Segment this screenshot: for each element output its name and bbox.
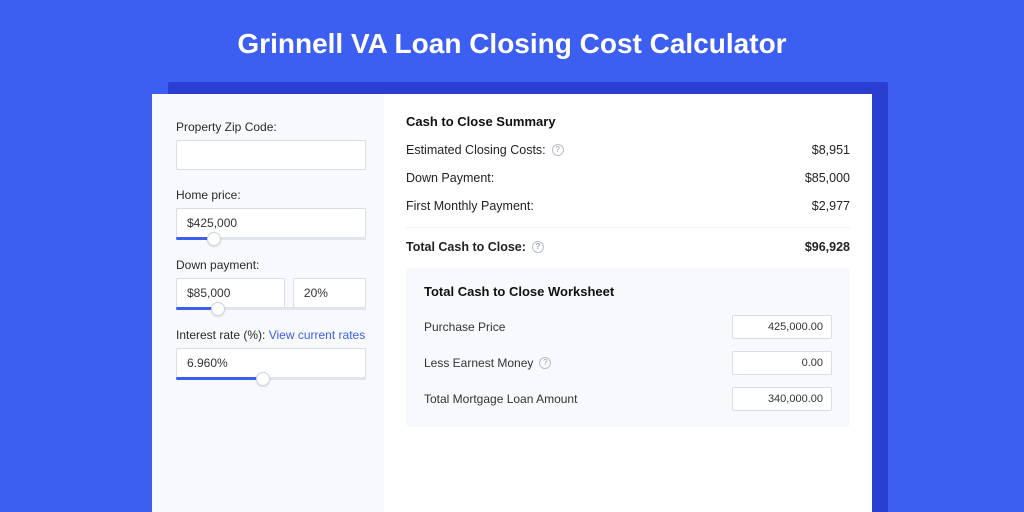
down-payment-slider[interactable] (176, 307, 366, 310)
zip-group: Property Zip Code: (176, 120, 366, 170)
down-payment-input[interactable] (176, 278, 285, 308)
calculator-card: Property Zip Code: Home price: Down paym… (152, 94, 872, 512)
summary-label: Down Payment: (406, 171, 494, 185)
summary-title: Cash to Close Summary (406, 114, 850, 129)
worksheet-title: Total Cash to Close Worksheet (424, 284, 832, 299)
help-icon[interactable]: ? (552, 144, 564, 156)
help-icon[interactable]: ? (539, 357, 551, 369)
zip-input[interactable] (176, 140, 366, 170)
summary-label: Estimated Closing Costs: (406, 143, 546, 157)
rate-slider-wrap (176, 348, 366, 380)
worksheet-row: Purchase Price (424, 315, 832, 339)
summary-value: $8,951 (812, 143, 850, 157)
summary-row: First Monthly Payment: $2,977 (406, 199, 850, 213)
summary-row: Down Payment: $85,000 (406, 171, 850, 185)
home-price-label: Home price: (176, 188, 366, 202)
home-price-slider[interactable] (176, 237, 366, 240)
summary-label: First Monthly Payment: (406, 199, 534, 213)
worksheet-input[interactable] (732, 351, 832, 375)
worksheet-input[interactable] (732, 387, 832, 411)
down-payment-pct-input[interactable] (293, 278, 366, 308)
home-price-slider-wrap (176, 208, 366, 240)
summary-total-row: Total Cash to Close: ? $96,928 (406, 227, 850, 254)
inputs-panel: Property Zip Code: Home price: Down paym… (152, 94, 384, 512)
rate-label-text: Interest rate (%): (176, 328, 265, 342)
help-icon[interactable]: ? (532, 241, 544, 253)
home-price-input[interactable] (176, 208, 366, 238)
view-rates-link[interactable]: View current rates (269, 328, 366, 342)
rate-group: Interest rate (%): View current rates (176, 328, 366, 380)
slider-thumb-icon[interactable] (256, 372, 270, 386)
rate-label: Interest rate (%): View current rates (176, 328, 366, 342)
summary-total-value: $96,928 (805, 240, 850, 254)
home-price-group: Home price: (176, 188, 366, 240)
summary-value: $2,977 (812, 199, 850, 213)
worksheet-row: Total Mortgage Loan Amount (424, 387, 832, 411)
summary-row: Estimated Closing Costs: ? $8,951 (406, 143, 850, 157)
worksheet-panel: Total Cash to Close Worksheet Purchase P… (406, 268, 850, 427)
results-panel: Cash to Close Summary Estimated Closing … (384, 94, 872, 512)
rate-slider[interactable] (176, 377, 366, 380)
worksheet-row: Less Earnest Money ? (424, 351, 832, 375)
page-title: Grinnell VA Loan Closing Cost Calculator (0, 0, 1024, 82)
down-payment-group: Down payment: (176, 258, 366, 310)
slider-thumb-icon[interactable] (207, 232, 221, 246)
down-payment-label: Down payment: (176, 258, 366, 272)
summary-value: $85,000 (805, 171, 850, 185)
rate-input[interactable] (176, 348, 366, 378)
worksheet-label: Total Mortgage Loan Amount (424, 392, 577, 406)
worksheet-label: Purchase Price (424, 320, 505, 334)
worksheet-input[interactable] (732, 315, 832, 339)
worksheet-label: Less Earnest Money (424, 356, 533, 370)
summary-total-label: Total Cash to Close: (406, 240, 526, 254)
zip-label: Property Zip Code: (176, 120, 366, 134)
slider-thumb-icon[interactable] (211, 302, 225, 316)
